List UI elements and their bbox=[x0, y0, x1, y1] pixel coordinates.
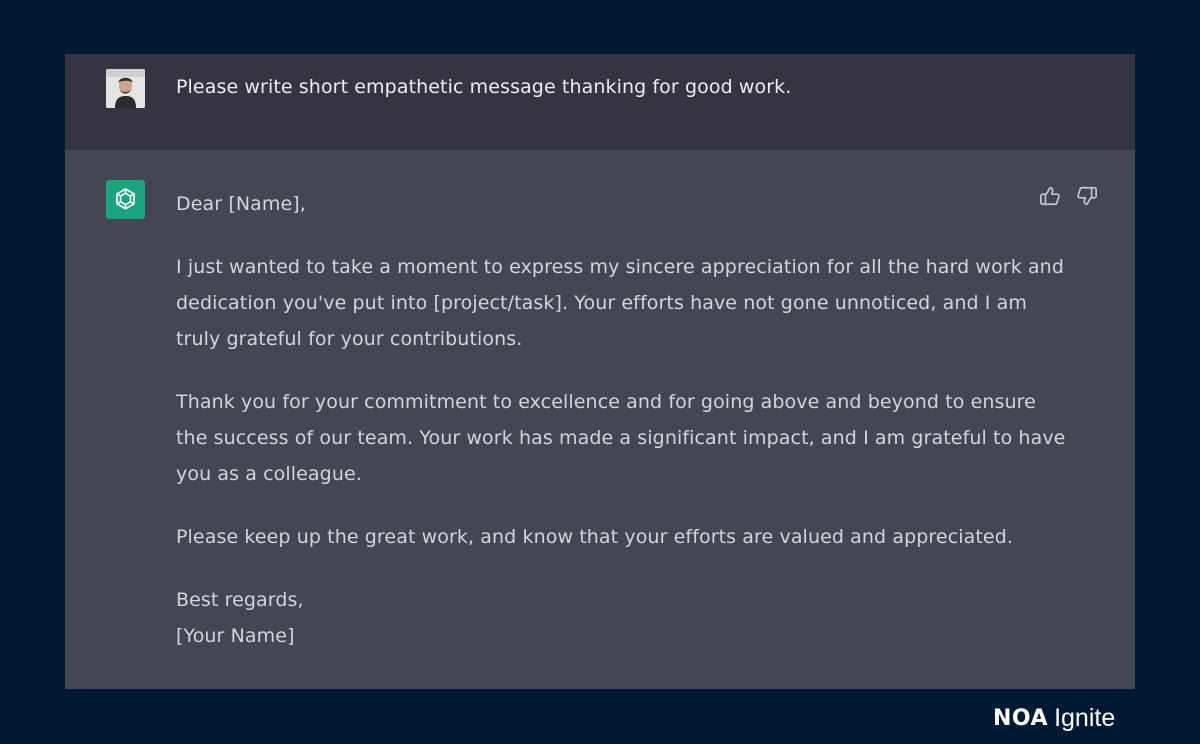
user-message-block: Please write short empathetic message th… bbox=[65, 54, 1135, 151]
greeting-line: Dear [Name], bbox=[176, 193, 306, 215]
message-line: you as a colleague. bbox=[176, 463, 362, 485]
message-line: dedication you've put into [project/task… bbox=[176, 292, 1027, 314]
message-line: I just wanted to take a moment to expres… bbox=[176, 256, 1064, 278]
brand-ignite-text: Ignite bbox=[1054, 703, 1116, 732]
brand-noa-text: NOA bbox=[993, 705, 1049, 731]
assistant-avatar bbox=[106, 180, 145, 219]
sign-off-line: Best regards, bbox=[176, 589, 304, 611]
message-paragraph-3: Please keep up the great work, and know … bbox=[176, 526, 1014, 548]
message-paragraph-1: I just wanted to take a moment to expres… bbox=[176, 249, 1064, 357]
user-message-text: Please write short empathetic message th… bbox=[176, 76, 792, 98]
signature: Best regards, [Your Name] bbox=[176, 582, 1036, 654]
message-line: truly grateful for your contributions. bbox=[176, 328, 523, 350]
signature-name-line: [Your Name] bbox=[176, 625, 295, 647]
thumbs-up-icon bbox=[1040, 186, 1060, 206]
thumbs-up-button[interactable] bbox=[1039, 185, 1061, 207]
thumbs-down-button[interactable] bbox=[1076, 185, 1098, 207]
message-paragraph-2: Thank you for your commitment to excelle… bbox=[176, 384, 1065, 492]
openai-logo-icon bbox=[116, 188, 135, 210]
assistant-message: Dear [Name], I just wanted to take a mom… bbox=[176, 186, 1065, 654]
chat-window: Please write short empathetic message th… bbox=[65, 54, 1135, 689]
assistant-message-block: Dear [Name], I just wanted to take a mom… bbox=[65, 150, 1135, 689]
noa-ignite-logo: NOA Ignite bbox=[993, 703, 1115, 733]
message-line: Thank you for your commitment to excelle… bbox=[176, 391, 1036, 413]
message-line: the success of our team. Your work has m… bbox=[176, 427, 1066, 449]
thumbs-down-icon bbox=[1077, 186, 1097, 206]
user-photo-icon bbox=[106, 69, 145, 108]
user-avatar bbox=[106, 69, 145, 108]
